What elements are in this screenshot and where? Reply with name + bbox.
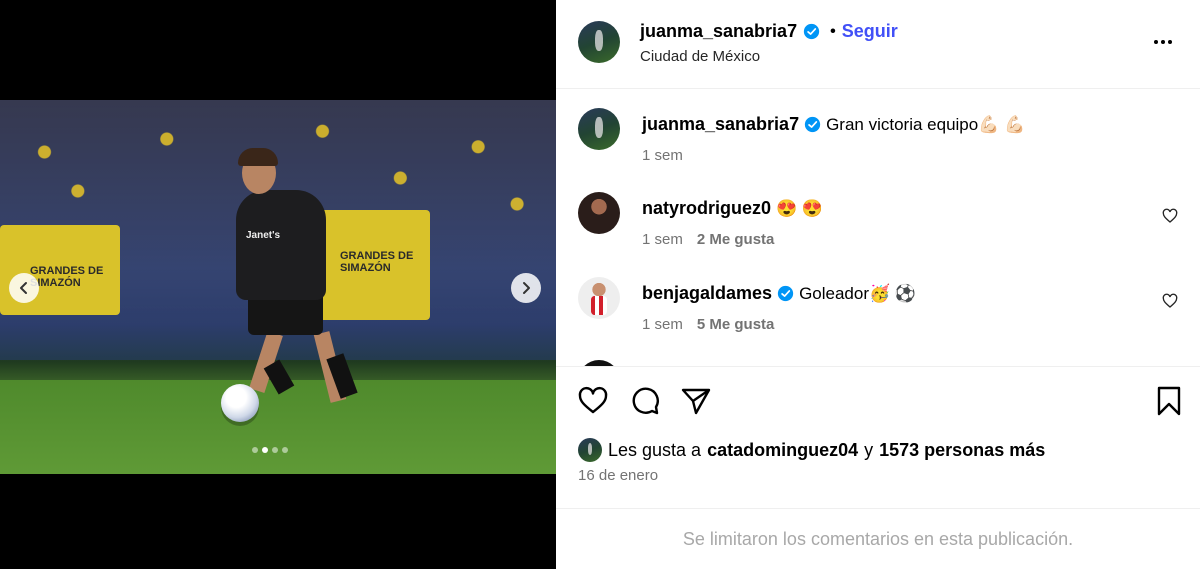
player-jersey: Janet's bbox=[236, 190, 326, 300]
player-hair bbox=[238, 148, 278, 166]
chevron-right-icon bbox=[523, 282, 530, 294]
sign-right-text: GRANDES DE SIMAZÓN bbox=[340, 250, 414, 274]
author-username[interactable]: juanma_sanabria7 bbox=[640, 21, 797, 42]
caption-body: juanma_sanabria7 Gran victoria equipo💪🏻 … bbox=[642, 114, 1162, 164]
comment-body: benjagaldames Goleador🥳 ⚽ 1 sem 5 Me gus… bbox=[642, 283, 1162, 333]
verified-icon bbox=[803, 23, 820, 40]
bookmark-icon[interactable] bbox=[1153, 385, 1185, 417]
comment-username[interactable]: natyrodriguez0 bbox=[642, 198, 771, 219]
comment-likes[interactable]: 2 Me gusta bbox=[697, 231, 775, 248]
carousel-indicator bbox=[252, 447, 288, 453]
author-line: juanma_sanabria7 • Seguir bbox=[640, 21, 898, 42]
comment-time[interactable]: 1 sem bbox=[642, 231, 683, 248]
verified-icon bbox=[777, 285, 794, 302]
comment-like-icon[interactable] bbox=[1162, 208, 1178, 224]
comment-line: natyrodriguez0 😍 😍 bbox=[642, 198, 1162, 219]
comment-username[interactable]: benjagaldames bbox=[642, 283, 772, 304]
likes-summary: Les gusta a catadominguez04 y 1573 perso… bbox=[578, 438, 1045, 462]
comment-meta: 1 sem 5 Me gusta bbox=[642, 316, 1162, 333]
separator-bullet: • bbox=[830, 22, 836, 40]
commenter-avatar[interactable] bbox=[578, 192, 620, 234]
jersey-sponsor: Janet's bbox=[246, 230, 281, 241]
author-avatar[interactable] bbox=[578, 21, 620, 63]
caption-line: juanma_sanabria7 Gran victoria equipo💪🏻 … bbox=[642, 114, 1162, 135]
likes-others[interactable]: 1573 personas más bbox=[879, 440, 1045, 461]
previous-image-button[interactable] bbox=[9, 273, 39, 303]
comment-time[interactable]: 1 sem bbox=[642, 316, 683, 333]
comment-text: Goleador🥳 ⚽ bbox=[799, 283, 917, 303]
carousel-dot bbox=[252, 447, 258, 453]
carousel-dot bbox=[272, 447, 278, 453]
caption-text: Gran victoria equipo💪🏻 💪🏻 bbox=[826, 114, 1026, 134]
location-link[interactable]: Ciudad de México bbox=[640, 48, 760, 65]
post-photo: GRANDES DE SIMAZÓN GRANDES DE SIMAZÓN Ja… bbox=[0, 100, 556, 474]
more-dot bbox=[1168, 40, 1172, 44]
comment-likes[interactable]: 5 Me gusta bbox=[697, 316, 775, 333]
caption-meta: 1 sem bbox=[642, 147, 1162, 164]
like-heart-icon[interactable] bbox=[577, 385, 609, 417]
comment-like-icon[interactable] bbox=[1162, 293, 1178, 309]
comment-icon[interactable] bbox=[629, 385, 661, 417]
commenter-avatar[interactable] bbox=[578, 277, 620, 319]
media-pane: GRANDES DE SIMAZÓN GRANDES DE SIMAZÓN Ja… bbox=[0, 0, 556, 569]
comments-limited-notice: Se limitaron los comentarios en esta pub… bbox=[556, 508, 1200, 569]
action-bar bbox=[556, 366, 1200, 436]
comment-text: 😍 😍 bbox=[776, 198, 824, 218]
likes-conj: y bbox=[864, 439, 874, 460]
post-side-panel: juanma_sanabria7 • Seguir Ciudad de Méxi… bbox=[556, 0, 1200, 569]
comment-meta: 1 sem 2 Me gusta bbox=[642, 231, 1162, 248]
share-icon[interactable] bbox=[680, 385, 712, 417]
carousel-dot bbox=[282, 447, 288, 453]
comments-list[interactable]: juanma_sanabria7 Gran victoria equipo💪🏻 … bbox=[556, 90, 1200, 366]
follow-button[interactable]: Seguir bbox=[842, 21, 898, 42]
more-options-icon[interactable] bbox=[1154, 34, 1176, 50]
comments-limited-text: Se limitaron los comentarios en esta pub… bbox=[682, 528, 1074, 549]
carousel-dot-active bbox=[262, 447, 268, 453]
likes-prefix: Les gusta a bbox=[608, 439, 702, 460]
post-date[interactable]: 16 de enero bbox=[578, 467, 658, 484]
chevron-left-icon bbox=[20, 282, 27, 294]
liker-username[interactable]: catadominguez04 bbox=[707, 440, 858, 461]
more-dot bbox=[1154, 40, 1158, 44]
more-dot bbox=[1161, 40, 1165, 44]
next-image-button[interactable] bbox=[511, 273, 541, 303]
post-header: juanma_sanabria7 • Seguir Ciudad de Méxi… bbox=[556, 0, 1200, 89]
soccer-ball bbox=[221, 384, 259, 422]
caption-time[interactable]: 1 sem bbox=[642, 147, 683, 164]
caption-username[interactable]: juanma_sanabria7 bbox=[642, 114, 799, 135]
sign-left-text: GRANDES DE SIMAZÓN bbox=[30, 265, 104, 289]
author-avatar[interactable] bbox=[578, 108, 620, 150]
comment-line: benjagaldames Goleador🥳 ⚽ bbox=[642, 283, 1162, 304]
liker-avatar[interactable] bbox=[578, 438, 602, 462]
verified-icon bbox=[804, 116, 821, 133]
comment-body: natyrodriguez0 😍 😍 1 sem 2 Me gusta bbox=[642, 198, 1162, 248]
